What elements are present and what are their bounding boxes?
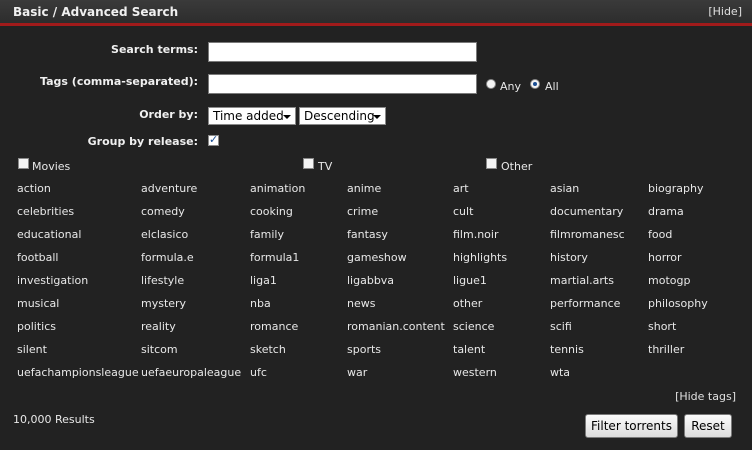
order-direction-select[interactable]: Descending bbox=[299, 107, 386, 125]
tags-input[interactable] bbox=[208, 74, 477, 94]
tag-link[interactable]: horror bbox=[648, 251, 682, 264]
results-count: 10,000 Results bbox=[13, 413, 95, 426]
tag-link[interactable]: sketch bbox=[250, 343, 286, 356]
tag-link[interactable]: fantasy bbox=[347, 228, 388, 241]
tag-link[interactable]: cult bbox=[453, 205, 473, 218]
tag-link[interactable]: crime bbox=[347, 205, 378, 218]
tag-mode-any-label: Any bbox=[500, 80, 522, 93]
tag-link[interactable]: educational bbox=[17, 228, 81, 241]
panel-header: Basic / Advanced Search [Hide] bbox=[0, 0, 752, 26]
tag-link[interactable]: drama bbox=[648, 205, 684, 218]
tag-link[interactable]: other bbox=[453, 297, 482, 310]
tag-link[interactable]: asian bbox=[550, 182, 579, 195]
tag-link[interactable]: musical bbox=[17, 297, 59, 310]
tag-link[interactable]: cooking bbox=[250, 205, 293, 218]
tag-link[interactable]: short bbox=[648, 320, 676, 333]
category-other-checkbox[interactable] bbox=[486, 158, 497, 169]
group-by-release-checkbox[interactable] bbox=[208, 133, 219, 146]
tag-link[interactable]: politics bbox=[17, 320, 56, 333]
tag-link[interactable]: celebrities bbox=[17, 205, 74, 218]
tag-link[interactable]: anime bbox=[347, 182, 381, 195]
tag-link[interactable]: adventure bbox=[141, 182, 197, 195]
hide-tags-link[interactable]: [Hide tags] bbox=[675, 390, 736, 403]
tag-link[interactable]: documentary bbox=[550, 205, 623, 218]
tag-link[interactable]: art bbox=[453, 182, 469, 195]
tag-link[interactable]: food bbox=[648, 228, 672, 241]
order-by-value: Time added bbox=[213, 109, 284, 123]
tag-link[interactable]: ufc bbox=[250, 366, 267, 379]
hide-panel-link[interactable]: [Hide] bbox=[708, 5, 742, 18]
tag-link[interactable]: silent bbox=[17, 343, 47, 356]
tag-link[interactable]: ligue1 bbox=[453, 274, 487, 287]
category-movies-checkbox[interactable] bbox=[18, 158, 29, 169]
tag-link[interactable]: romanian.content bbox=[347, 320, 445, 333]
panel-title: Basic / Advanced Search bbox=[13, 5, 179, 19]
tag-link[interactable]: talent bbox=[453, 343, 485, 356]
filter-torrents-button[interactable]: Filter torrents bbox=[585, 414, 678, 438]
tag-link[interactable]: action bbox=[17, 182, 51, 195]
tag-link[interactable]: football bbox=[17, 251, 58, 264]
search-terms-label: Search terms: bbox=[111, 43, 198, 56]
reset-button[interactable]: Reset bbox=[684, 414, 732, 438]
group-by-release-label: Group by release: bbox=[87, 135, 198, 148]
tag-link[interactable]: formula1 bbox=[250, 251, 299, 264]
tag-link[interactable]: comedy bbox=[141, 205, 185, 218]
tag-link[interactable]: tennis bbox=[550, 343, 584, 356]
tag-link[interactable]: motogp bbox=[648, 274, 690, 287]
category-tv-label: TV bbox=[318, 160, 333, 173]
tag-link[interactable]: romance bbox=[250, 320, 298, 333]
tag-link[interactable]: gameshow bbox=[347, 251, 407, 264]
order-direction-value: Descending bbox=[304, 109, 375, 123]
order-by-select[interactable]: Time added bbox=[208, 107, 296, 125]
tag-mode-all-label: All bbox=[545, 80, 559, 93]
tag-link[interactable]: performance bbox=[550, 297, 620, 310]
tag-link[interactable]: nba bbox=[250, 297, 271, 310]
tag-link[interactable]: film.noir bbox=[453, 228, 498, 241]
advanced-search-panel: Basic / Advanced Search [Hide] Search te… bbox=[0, 0, 752, 450]
tag-link[interactable]: biography bbox=[648, 182, 703, 195]
tag-link[interactable]: filmromanesc bbox=[550, 228, 625, 241]
tag-link[interactable]: western bbox=[453, 366, 497, 379]
tag-link[interactable]: scifi bbox=[550, 320, 572, 333]
tag-link[interactable]: ligabbva bbox=[347, 274, 394, 287]
tag-link[interactable]: uefachampionsleague bbox=[17, 366, 139, 379]
chevron-down-icon bbox=[283, 115, 291, 119]
tag-link[interactable]: uefaeuropaleague bbox=[141, 366, 241, 379]
search-terms-input[interactable] bbox=[208, 42, 477, 62]
tag-link[interactable]: elclasico bbox=[141, 228, 188, 241]
tag-mode-any-radio[interactable] bbox=[486, 79, 496, 89]
tag-link[interactable]: mystery bbox=[141, 297, 186, 310]
category-movies-label: Movies bbox=[32, 160, 71, 173]
tag-link[interactable]: news bbox=[347, 297, 375, 310]
tag-link[interactable]: thriller bbox=[648, 343, 684, 356]
tag-link[interactable]: history bbox=[550, 251, 588, 264]
order-by-label: Order by: bbox=[139, 108, 198, 121]
tag-link[interactable]: reality bbox=[141, 320, 176, 333]
tag-link[interactable]: animation bbox=[250, 182, 305, 195]
category-other-label: Other bbox=[501, 160, 533, 173]
tags-label: Tags (comma-separated): bbox=[40, 75, 198, 88]
tag-link[interactable]: sitcom bbox=[141, 343, 178, 356]
tag-link[interactable]: formula.e bbox=[141, 251, 194, 264]
tag-link[interactable]: martial.arts bbox=[550, 274, 614, 287]
category-tv-checkbox[interactable] bbox=[303, 158, 314, 169]
tag-link[interactable]: liga1 bbox=[250, 274, 277, 287]
tag-link[interactable]: investigation bbox=[17, 274, 88, 287]
tag-link[interactable]: lifestyle bbox=[141, 274, 184, 287]
tag-link[interactable]: highlights bbox=[453, 251, 507, 264]
tag-link[interactable]: wta bbox=[550, 366, 570, 379]
tag-link[interactable]: science bbox=[453, 320, 494, 333]
tag-mode-all-radio[interactable] bbox=[530, 79, 540, 89]
tag-link[interactable]: philosophy bbox=[648, 297, 708, 310]
tag-link[interactable]: family bbox=[250, 228, 284, 241]
tag-link[interactable]: sports bbox=[347, 343, 381, 356]
chevron-down-icon bbox=[373, 115, 381, 119]
tag-link[interactable]: war bbox=[347, 366, 367, 379]
